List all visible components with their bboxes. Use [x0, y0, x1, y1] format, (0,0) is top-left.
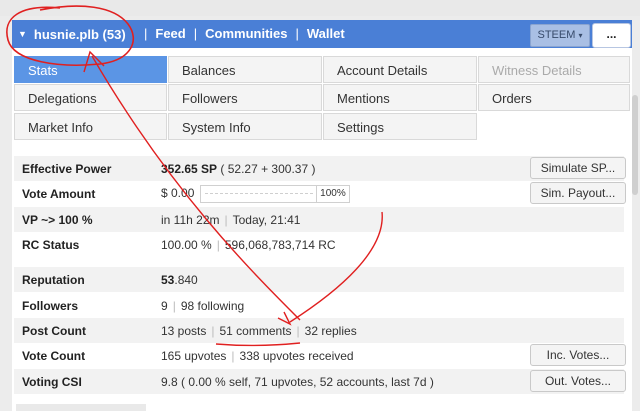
sim-payout-button[interactable]: Sim. Payout... — [530, 182, 626, 204]
stat-value: 9.8 ( 0.00 % self, 71 upvotes, 52 accoun… — [161, 375, 434, 389]
stat-row-post-count: Post Count 13 posts | 51 comments | 32 repli… — [14, 318, 624, 343]
nav-link-feed[interactable]: Feed — [155, 26, 185, 41]
nav-link-wallet[interactable]: Wallet — [307, 26, 345, 41]
replies-count: 32 replies — [304, 324, 357, 338]
simulate-sp-button[interactable]: Simulate SP... — [530, 157, 626, 179]
incoming-votes-button[interactable]: Inc. Votes... — [530, 344, 626, 366]
stat-value: 165 upvotes | 338 upvotes received — [161, 349, 354, 363]
stat-value: 9 | 98 following — [161, 299, 244, 313]
stat-label: Vote Amount — [22, 187, 96, 201]
account-panel: ▼ husnie.plb (53) | Feed | Communities | Wall… — [12, 20, 632, 411]
upvotes-received: 338 upvotes received — [239, 349, 354, 363]
nav-separator: | — [193, 26, 198, 41]
effective-power-value: 352.65 SP — [161, 162, 218, 176]
stat-label: Reputation — [22, 273, 85, 287]
reputation-value: 53 — [161, 273, 175, 287]
bottom-panel-edge — [16, 404, 146, 411]
slider-track — [204, 193, 313, 194]
tab-system-info[interactable]: System Info — [168, 113, 322, 140]
reputation-decimal: .840 — [174, 273, 198, 287]
tab-balances[interactable]: Balances — [168, 56, 322, 83]
stat-label: Post Count — [22, 324, 86, 338]
stat-value: $ 0.00 100% — [161, 185, 350, 203]
value-separator: | — [211, 324, 215, 338]
caret-down-icon: ▼ — [18, 29, 27, 39]
tab-orders[interactable]: Orders — [478, 84, 630, 111]
stat-value: 100.00 % | 596,068,783,714 RC — [161, 238, 336, 252]
scrollbar[interactable] — [632, 95, 638, 195]
stat-label: Voting CSI — [22, 375, 82, 389]
stat-row-rc-status: RC Status 100.00 % | 596,068,783,714 RC — [14, 232, 624, 257]
caret-down-icon: ▾ — [578, 31, 583, 40]
vp-value: in 11h 22m — [161, 213, 220, 227]
tab-account-details[interactable]: Account Details — [323, 56, 477, 83]
value-separator: | — [296, 324, 300, 338]
currency-select[interactable]: STEEM ▾ — [530, 24, 590, 47]
followers-value: 9 — [161, 299, 168, 313]
stat-row-vote-count: Vote Count 165 upvotes | 338 upvotes recei… — [14, 343, 626, 368]
vp-detail: Today, 21:41 — [232, 213, 301, 227]
tab-stats[interactable]: Stats — [14, 56, 167, 83]
value-separator: | — [216, 238, 220, 252]
upvotes-count: 165 upvotes — [161, 349, 227, 363]
vote-weight-slider[interactable]: 100% — [199, 185, 350, 203]
tab-market-info[interactable]: Market Info — [14, 113, 167, 140]
stat-value: 13 posts | 51 comments | 32 replies — [161, 324, 357, 338]
value-separator: | — [224, 213, 228, 227]
nav-links: | Feed | Communities | Wallet — [136, 26, 345, 41]
comments-count: 51 comments — [219, 324, 292, 338]
top-strip — [0, 0, 640, 16]
nav-link-communities[interactable]: Communities — [205, 26, 287, 41]
stat-row-vote-amount: Vote Amount $ 0.00 100% Sim. Payout... — [14, 181, 626, 206]
more-button[interactable]: ... — [592, 23, 631, 48]
tab-witness-details: Witness Details — [478, 56, 630, 83]
tab-followers[interactable]: Followers — [168, 84, 322, 111]
nav-separator: | — [295, 26, 299, 41]
stat-label: Effective Power — [22, 162, 112, 176]
outgoing-votes-button[interactable]: Out. Votes... — [530, 370, 626, 392]
account-dropdown[interactable]: ▼ husnie.plb (53) — [18, 26, 126, 42]
stat-value: 53.840 — [161, 273, 198, 287]
account-navbar: ▼ husnie.plb (53) | Feed | Communities | Wall… — [12, 20, 632, 48]
nav-separator: | — [144, 26, 148, 41]
stat-label: RC Status — [22, 238, 80, 252]
stat-value: in 11h 22m | Today, 21:41 — [161, 213, 300, 227]
account-name: husnie.plb (53) — [33, 26, 126, 42]
value-separator: | — [172, 299, 176, 313]
stat-label: Vote Count — [22, 349, 86, 363]
stat-row-vp: VP ~> 100 % in 11h 22m | Today, 21:41 — [14, 207, 624, 232]
stat-label: Followers — [22, 299, 79, 313]
effective-power-detail: ( 52.27 + 300.37 ) — [220, 162, 316, 176]
tab-mentions[interactable]: Mentions — [323, 84, 477, 111]
vote-amount-value: $ 0.00 — [161, 186, 195, 201]
slider-percent: 100% — [316, 186, 349, 202]
value-separator: | — [231, 349, 235, 363]
stat-label: VP ~> 100 % — [22, 213, 93, 227]
stat-row-followers: Followers 9 | 98 following — [14, 293, 624, 318]
tab-delegations[interactable]: Delegations — [14, 84, 167, 111]
stat-row-voting-csi: Voting CSI 9.8 ( 0.00 % self, 71 upvotes… — [14, 369, 626, 394]
rc-detail: 596,068,783,714 RC — [224, 238, 336, 252]
stat-value: 352.65 SP ( 52.27 + 300.37 ) — [161, 162, 315, 176]
stat-row-effective-power: Effective Power 352.65 SP ( 52.27 + 300.… — [14, 156, 626, 181]
posts-count: 13 posts — [161, 324, 207, 338]
rc-value: 100.00 % — [161, 238, 212, 252]
following-value: 98 following — [180, 299, 245, 313]
tab-settings[interactable]: Settings — [323, 113, 477, 140]
stat-row-reputation: Reputation 53.840 — [14, 267, 624, 292]
section-gap — [14, 257, 624, 267]
currency-select-label: STEEM — [537, 29, 576, 41]
